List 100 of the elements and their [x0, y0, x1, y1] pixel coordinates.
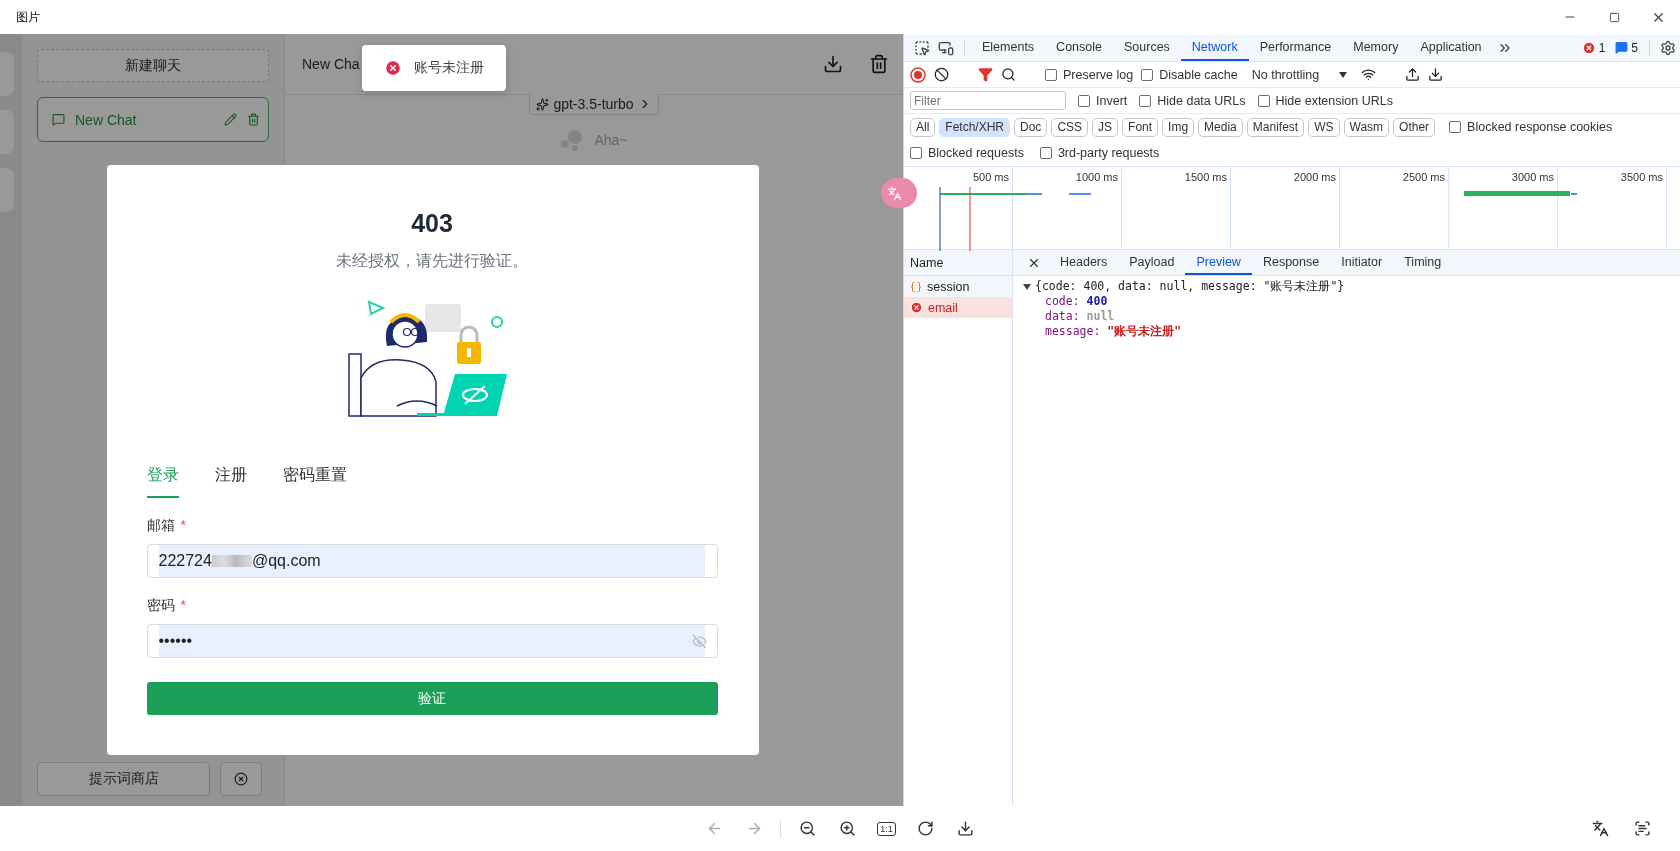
devtools-tab[interactable]: Elements	[971, 34, 1046, 61]
time-tick-label: 500 ms	[972, 171, 1009, 183]
translate-icon	[1591, 820, 1609, 837]
chat-title: New Cha	[302, 56, 360, 72]
error-message: 未经授权，请先进行验证。	[335, 251, 529, 271]
prompt-store-button[interactable]: 提示词商店	[37, 762, 210, 796]
auth-tab[interactable]: 密码重置	[282, 465, 347, 498]
time-tick-label: 1000 ms	[1075, 171, 1118, 183]
edit-icon[interactable]	[224, 113, 237, 126]
trash-icon[interactable]	[869, 54, 889, 74]
time-tick-label: 1500 ms	[1184, 171, 1227, 183]
throttling-dropdown[interactable]: No throttling	[1245, 66, 1354, 83]
checkbox[interactable]	[1078, 94, 1090, 107]
checkbox[interactable]	[1139, 94, 1152, 107]
network-conditions-icon[interactable]	[1361, 67, 1377, 82]
type-filter-chip[interactable]: WS	[1308, 117, 1340, 137]
devtools-tab[interactable]: Console	[1045, 34, 1113, 61]
devtools-tab[interactable]: Sources	[1113, 34, 1181, 61]
type-filter-chip[interactable]: Manifest	[1246, 117, 1305, 137]
required-mark: *	[180, 597, 186, 615]
translate-icon	[887, 185, 902, 201]
checkbox-label[interactable]: Blocked requests	[910, 146, 1024, 160]
type-filter-chip[interactable]: All	[910, 117, 936, 137]
error-icon	[910, 301, 923, 314]
checkbox-label[interactable]: Hide extension URLs	[1257, 93, 1393, 108]
devtools-tab[interactable]: Application	[1409, 34, 1493, 61]
sparkles-icon	[536, 97, 550, 111]
model-selector[interactable]: gpt-3.5-turbo	[529, 94, 659, 115]
filter-icon[interactable]	[978, 67, 993, 82]
zoom-in-icon	[838, 820, 856, 837]
actual-size-button[interactable]: 1:1	[877, 821, 896, 836]
devtools-tab[interactable]: Memory	[1342, 34, 1410, 61]
checkbox[interactable]	[1039, 147, 1052, 159]
download-icon[interactable]	[823, 54, 843, 74]
request-row[interactable]: session	[904, 276, 1012, 297]
time-tick-label: 3500 ms	[1620, 171, 1663, 183]
checkbox[interactable]	[910, 147, 922, 159]
devtools-tab[interactable]: Performance	[1248, 34, 1343, 61]
rotate-icon	[917, 820, 935, 837]
time-tick-label: 2500 ms	[1402, 171, 1445, 183]
type-filter-chip[interactable]: Doc	[1014, 117, 1048, 137]
blurred-text	[211, 555, 252, 567]
detail-tab[interactable]: Preview	[1185, 250, 1252, 275]
translate-button[interactable]	[881, 178, 917, 208]
time-tick-label: 2000 ms	[1293, 171, 1336, 183]
checkbox-label[interactable]: Blocked response cookies	[1449, 120, 1613, 134]
type-filter-chip[interactable]: Img	[1162, 117, 1195, 137]
checkbox[interactable]	[1257, 94, 1270, 107]
filter-field[interactable]: Filter	[910, 91, 1066, 110]
detail-tab[interactable]: Headers	[1049, 250, 1119, 275]
toast-message: 账号未注册	[414, 59, 484, 77]
detail-tab[interactable]: Initiator	[1330, 250, 1394, 275]
password-field[interactable]: ••••••	[146, 624, 718, 658]
detail-tab[interactable]: Response	[1251, 250, 1331, 275]
type-filter-chip[interactable]: Font	[1122, 117, 1159, 137]
type-filter-chip[interactable]: JS	[1092, 117, 1119, 137]
checkbox-label[interactable]: Invert	[1078, 93, 1128, 108]
message-badge[interactable]: 5	[1610, 34, 1643, 61]
request-row[interactable]: email	[904, 297, 1012, 318]
checkbox[interactable]	[1449, 121, 1462, 133]
upload-icon[interactable]	[1405, 67, 1421, 82]
detail-tab[interactable]: Timing	[1393, 250, 1453, 275]
type-filter-chip[interactable]: CSS	[1051, 117, 1089, 137]
clear-icon[interactable]	[934, 67, 949, 82]
auth-tab[interactable]: 注册	[214, 465, 247, 498]
checkbox-label[interactable]: Hide data URLs	[1139, 93, 1246, 108]
type-filter-chip[interactable]: Wasm	[1343, 117, 1390, 137]
chat-icon	[52, 113, 65, 126]
type-filter-chip[interactable]: Media	[1198, 117, 1243, 137]
error-badge[interactable]: 1	[1576, 34, 1611, 61]
checkbox[interactable]	[1045, 68, 1057, 81]
type-filter-chip[interactable]: Other	[1393, 117, 1436, 137]
type-filter-chip[interactable]: Fetch/XHR	[939, 117, 1011, 137]
checkbox-label[interactable]: 3rd-party requests	[1039, 146, 1160, 160]
detail-tab[interactable]: Payload	[1118, 250, 1186, 275]
clear-button[interactable]	[220, 762, 262, 796]
new-chat-button[interactable]: 新建聊天	[37, 49, 269, 82]
required-mark: *	[180, 517, 186, 535]
json-property: message: "账号未注册"	[1044, 324, 1183, 339]
error-code: 403	[410, 209, 454, 238]
column-header[interactable]: Name	[910, 255, 944, 270]
download-icon	[957, 820, 975, 837]
search-icon[interactable]	[1001, 67, 1016, 82]
devtools-tab[interactable]: Network	[1180, 34, 1249, 61]
maximize-icon	[1608, 11, 1620, 23]
record-stop-icon[interactable]	[910, 66, 926, 83]
checkbox[interactable]	[1141, 68, 1154, 81]
json-summary: {code: 400, data: null, message: "账号未注册"}	[1035, 279, 1345, 294]
time-tick-label: 3000 ms	[1511, 171, 1554, 183]
email-field[interactable]: 222724 @qq.com	[146, 544, 718, 578]
error-icon	[384, 59, 402, 77]
window-title: 图片	[16, 8, 41, 26]
expand-triangle-icon[interactable]	[1023, 283, 1031, 290]
delete-icon[interactable]	[247, 113, 260, 126]
checkbox-label[interactable]: Preserve log	[1045, 67, 1134, 82]
auth-tab[interactable]: 登录	[146, 465, 179, 498]
checkbox-label[interactable]: Disable cache	[1141, 67, 1238, 82]
field-label: 密码	[146, 597, 175, 615]
download-icon[interactable]	[1428, 67, 1444, 82]
close-circle-icon	[234, 772, 248, 786]
